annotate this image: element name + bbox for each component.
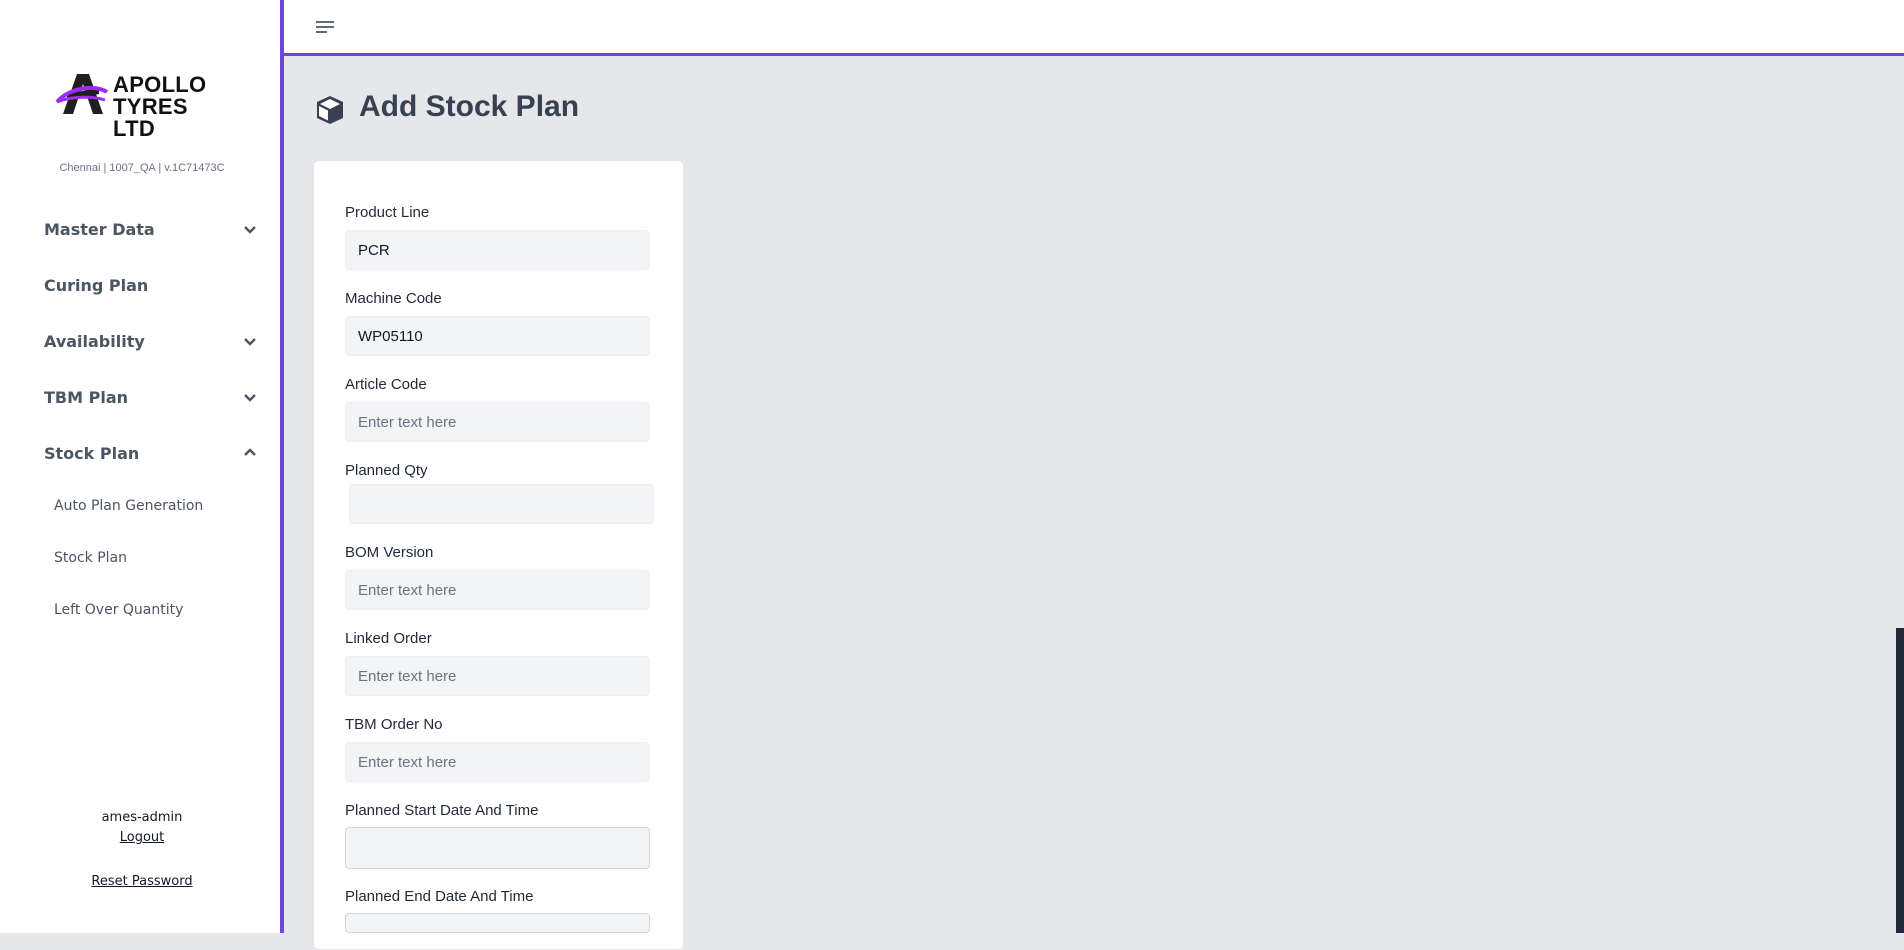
apollo-logo-icon: [55, 74, 109, 114]
machine-code-input[interactable]: [345, 316, 650, 356]
bom-version-input[interactable]: [345, 570, 650, 610]
article-code-input[interactable]: [345, 402, 650, 442]
planned-end-input[interactable]: [345, 913, 650, 933]
nav-label: Master Data: [44, 219, 155, 239]
bom-version-label: BOM Version: [345, 544, 434, 561]
product-line-label: Product Line: [345, 204, 430, 221]
brand-line-1: APOLLO: [113, 72, 207, 97]
nav-stock-plan[interactable]: Stock Plan: [44, 438, 258, 468]
machine-code-label: Machine Code: [345, 290, 442, 307]
nav-tbm-plan[interactable]: TBM Plan: [44, 382, 258, 412]
chevron-down-icon: [244, 226, 256, 234]
article-code-label: Article Code: [345, 376, 427, 393]
menu-icon[interactable]: [314, 18, 336, 36]
nav-label: Stock Plan: [44, 443, 140, 463]
nav-availability[interactable]: Availability: [44, 326, 258, 356]
cube-icon: [317, 96, 343, 124]
chevron-up-icon: [244, 448, 256, 456]
planned-qty-input[interactable]: [349, 484, 654, 524]
sub-auto-plan-generation[interactable]: Auto Plan Generation: [54, 498, 203, 514]
nav-master-data[interactable]: Master Data: [44, 214, 258, 244]
nav-label: Curing Plan: [44, 275, 149, 295]
top-bar: [284, 0, 1904, 56]
linked-order-label: Linked Order: [345, 630, 432, 647]
page-scrollbar[interactable]: [1896, 628, 1904, 933]
reset-password-link[interactable]: Reset Password: [0, 874, 284, 889]
product-line-input[interactable]: [345, 230, 650, 270]
apollo-logo: APOLLO TYRES LTD: [55, 70, 235, 140]
planned-end-label: Planned End Date And Time: [345, 888, 534, 905]
tbm-order-no-label: TBM Order No: [345, 716, 443, 733]
nav-label: Availability: [44, 331, 145, 351]
sidebar: APOLLO TYRES LTD Chennai | 1007_QA | v.1…: [0, 0, 284, 933]
chevron-down-icon: [244, 338, 256, 346]
planned-start-input[interactable]: [345, 827, 650, 869]
page-title: Add Stock Plan: [359, 90, 580, 123]
brand-name: APOLLO TYRES LTD: [113, 74, 235, 140]
chevron-down-icon: [244, 394, 256, 402]
brand-line-2: TYRES LTD: [113, 94, 188, 141]
linked-order-input[interactable]: [345, 656, 650, 696]
tbm-order-no-input[interactable]: [345, 742, 650, 782]
environment-info: Chennai | 1007_QA | v.1C71473C: [59, 162, 225, 174]
username: ames-admin: [101, 810, 183, 825]
logout-link[interactable]: Logout: [0, 830, 284, 845]
planned-start-label: Planned Start Date And Time: [345, 802, 539, 819]
nav-curing-plan[interactable]: Curing Plan: [44, 270, 258, 300]
nav-label: TBM Plan: [44, 387, 128, 407]
sub-left-over-quantity[interactable]: Left Over Quantity: [54, 602, 183, 618]
sub-stock-plan[interactable]: Stock Plan: [54, 550, 127, 566]
planned-qty-label: Planned Qty: [345, 462, 428, 479]
